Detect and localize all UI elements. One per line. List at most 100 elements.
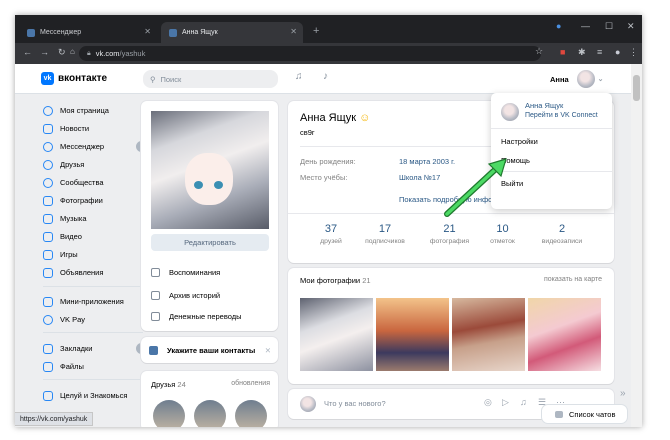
sidebar-item-bookmarks[interactable]: Закладки1 [43,341,147,356]
sidebar-item-vk-pay[interactable]: VK Pay [43,312,143,327]
friend-avatar[interactable] [153,400,185,427]
sidebar-item-app[interactable]: Целуй и Знакомься [43,388,143,403]
camera-icon[interactable]: ◎ [484,397,492,408]
photos-card: Мои фотографии 21 показать на карте [288,268,614,384]
home-icon[interactable]: ⌂ [70,47,75,56]
apps-grid-icon [43,296,53,307]
menu-item-logout[interactable]: Выйти [501,179,523,188]
user-dropdown-menu: Анна Ящук Перейти в VK Connect Настройки… [491,93,612,209]
counter-videos[interactable]: 2 видеозаписи [533,223,591,245]
chat-list-button[interactable]: Список чатов [542,405,627,423]
updates-link[interactable]: обновления [231,380,270,387]
dropdown-name[interactable]: Анна Ящук [525,101,563,110]
tab-profile[interactable]: Анна Ящук ✕ [161,22,303,43]
new-tab-button[interactable]: + [313,25,319,37]
sidebar-item-games[interactable]: Игры [43,247,143,262]
photos-title[interactable]: Мои фотографии 21 [300,276,371,285]
media-icon[interactable]: ≡ [597,47,602,57]
friends-icon [43,159,53,170]
forward-icon[interactable]: → [40,47,49,57]
close-tab-icon[interactable]: ✕ [144,27,151,36]
photo-thumbnail[interactable] [452,298,525,371]
profile-status[interactable]: св9г [300,128,315,137]
profile-photo[interactable] [151,111,269,229]
emoji-icon: ☺ [359,112,371,124]
reload-icon[interactable]: ↻ [58,47,66,58]
music-note-icon [43,213,53,224]
close-tab-icon[interactable]: ✕ [290,27,297,36]
sidebar-item-mini-apps[interactable]: Мини-приложения [43,294,143,309]
video-icon [43,231,53,242]
sidebar-item-friends[interactable]: Друзья [43,157,143,172]
sidebar-item-news[interactable]: Новости [43,121,143,136]
counter-photos[interactable]: 21 фотография [422,223,477,245]
sidebar-item-video[interactable]: Видео [43,229,143,244]
photo-thumbnail[interactable] [528,298,601,371]
avatar-face [185,153,233,205]
counter-followers[interactable]: 17 подписчиков [356,223,414,245]
friend-avatar[interactable] [235,400,267,427]
sidebar-item-my-page[interactable]: Моя страница [43,103,143,118]
communities-icon [43,177,53,188]
chevron-down-icon: ⌄ [597,76,604,83]
friends-title[interactable]: Друзья 24 [151,380,186,389]
close-window-button[interactable]: ✕ [627,21,635,32]
post-input[interactable]: Что у вас нового? [324,399,386,408]
archive-icon [151,290,160,300]
expand-icon[interactable]: » [620,388,626,399]
status-bar-url: https://vk.com/yashuk [15,412,94,426]
user-icon [43,105,53,116]
friend-avatar[interactable] [194,400,226,427]
scrollbar[interactable] [631,64,642,427]
money-transfers-link[interactable]: Денежные переводы [151,309,242,323]
vk-connect-link[interactable]: Перейти в VK Connect [525,112,598,119]
avatar [300,396,316,412]
music-note-icon[interactable]: ♫ [520,397,527,407]
video-icon[interactable]: ▷ [502,397,509,408]
sidebar-item-files[interactable]: Файлы [43,359,143,374]
avatar [501,103,519,121]
vk-header: vk вконтакте ⚲ Поиск ♫ ♪ Анна ⌄ [15,64,642,94]
address-bar[interactable]: 🔒︎ vk.com/yashuk [79,46,541,61]
bookmark-star-icon[interactable]: ☆ [535,46,543,57]
counter-tags[interactable]: 10 отметок [480,223,525,245]
user-menu-button[interactable]: Анна ⌄ [550,70,604,88]
minimize-button[interactable]: — [581,21,590,31]
back-icon[interactable]: ← [23,47,32,57]
menu-item-settings[interactable]: Настройки [501,137,538,146]
education-value[interactable]: Школа №17 [399,173,440,182]
show-on-map-link[interactable]: показать на карте [544,276,602,283]
bell-icon[interactable]: ♫ [295,71,303,82]
scrollbar-thumb[interactable] [633,75,640,101]
maximize-button[interactable]: ☐ [605,21,613,32]
counter-friends[interactable]: 37 друзей [311,223,351,245]
vk-favicon-icon [169,28,177,37]
menu-dots-icon[interactable]: ⋮ [629,47,638,58]
sidebar-item-ads[interactable]: Объявления [43,265,143,280]
search-input[interactable]: ⚲ Поиск [143,70,278,88]
sidebar-item-music[interactable]: Музыка [43,211,143,226]
extension-icon[interactable]: ■ [560,47,565,57]
sidebar-item-communities[interactable]: Сообщества [43,175,143,190]
wallet-icon [151,311,160,321]
puzzle-icon[interactable]: ✱ [578,47,586,58]
close-icon[interactable]: ✕ [265,346,271,355]
profile-sync-icon[interactable]: ● [556,21,561,31]
pay-icon [43,314,53,325]
story-archive-link[interactable]: Архив историй [151,288,220,302]
sidebar-item-messenger[interactable]: Мессенджер1 [43,139,147,154]
vk-logo[interactable]: vk вконтакте [41,72,107,85]
sidebar-item-photos[interactable]: Фотографии [43,193,143,208]
add-contacts-card[interactable]: Укажите ваши контакты ✕ [141,337,278,363]
menu-item-help[interactable]: Помощь [501,156,530,165]
ads-icon [43,267,53,278]
memories-link[interactable]: Воспоминания [151,265,220,279]
edit-profile-button[interactable]: Редактировать [151,234,269,251]
tab-messenger[interactable]: Мессенджер ✕ [19,22,157,43]
photo-thumbnail[interactable] [376,298,449,371]
photo-thumbnail[interactable] [300,298,373,371]
birthday-value[interactable]: 18 марта 2003 г. [399,157,455,166]
music-icon[interactable]: ♪ [323,71,328,82]
eye [194,181,203,189]
profile-avatar-icon[interactable]: ● [615,47,620,57]
